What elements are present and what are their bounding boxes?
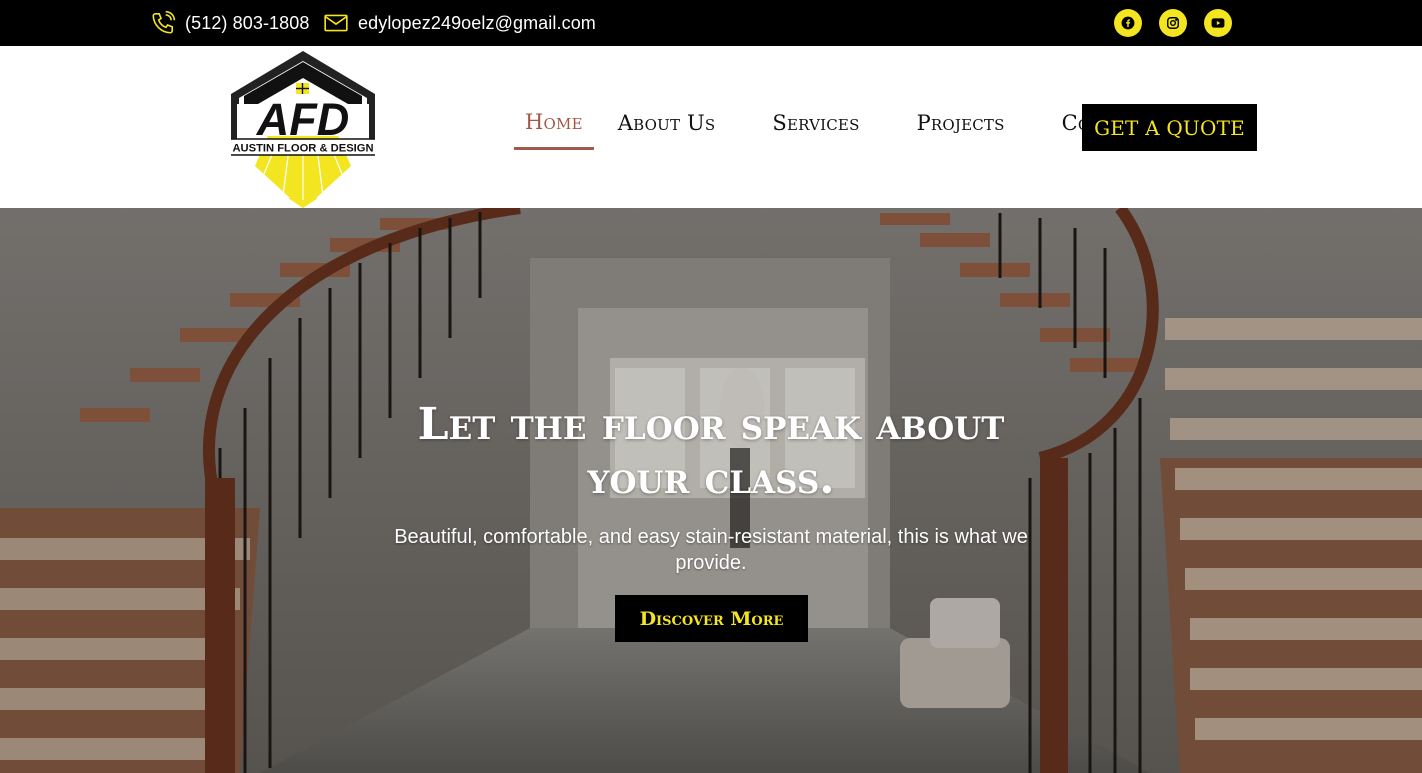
nav-projects[interactable]: Projects (906, 104, 1016, 150)
email-contact[interactable]: edylopez249oelz@gmail.com (323, 0, 596, 46)
svg-text:AFD: AFD (256, 94, 349, 145)
hero-subtitle: Beautiful, comfortable, and easy stain-r… (394, 526, 1028, 574)
social-links (1114, 9, 1232, 37)
instagram-icon[interactable] (1159, 9, 1187, 37)
nav-home[interactable]: Home (514, 104, 594, 150)
nav-services[interactable]: Services (761, 104, 870, 150)
get-a-quote-button[interactable]: GET A QUOTE (1082, 104, 1257, 151)
discover-more-button[interactable]: Discover More (615, 595, 808, 642)
youtube-icon[interactable] (1204, 9, 1232, 37)
email-address: edylopez249oelz@gmail.com (358, 12, 596, 33)
phone-icon (152, 10, 176, 34)
top-bar: (512) 803-1808 edylopez249oelz@gmail.com (0, 0, 1422, 46)
site-header: AFD AUSTIN FLOOR & DESIGN Home About Us … (0, 46, 1422, 208)
mail-icon (324, 14, 348, 32)
nav-about-us[interactable]: About Us (607, 104, 727, 150)
hero-title-line-2: your class. (587, 453, 835, 504)
company-logo[interactable]: AFD AUSTIN FLOOR & DESIGN (228, 48, 378, 208)
phone-number: (512) 803-1808 (185, 12, 310, 33)
facebook-icon[interactable] (1114, 9, 1142, 37)
hero-section: Let the floor speak about your class. Be… (0, 208, 1422, 773)
svg-text:AUSTIN FLOOR & DESIGN: AUSTIN FLOOR & DESIGN (232, 143, 373, 155)
phone-contact[interactable]: (512) 803-1808 (150, 0, 310, 46)
hero-title: Let the floor speak about your class. (311, 398, 1111, 506)
hero-title-line-1: Let the floor speak about (417, 399, 1005, 450)
